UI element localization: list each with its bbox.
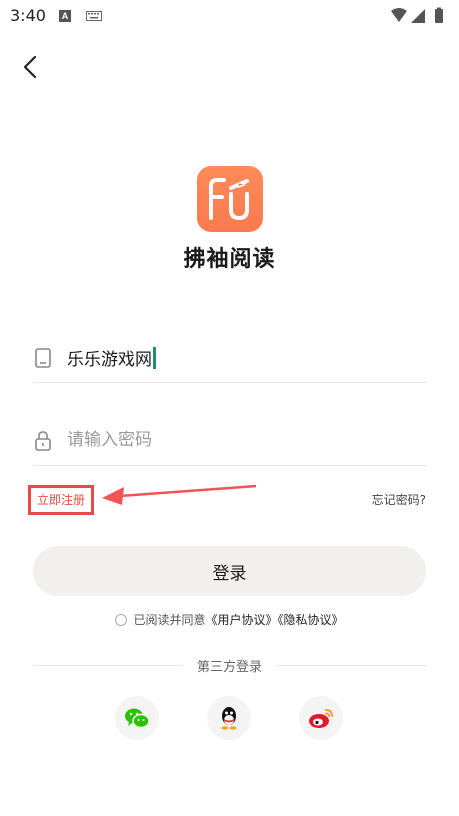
keyboard-icon [86,11,102,21]
weibo-icon [309,709,333,728]
lock-icon [35,431,51,451]
chevron-left-icon [23,55,37,79]
battery-icon [435,9,443,23]
wechat-icon [125,708,150,729]
username-value: 乐乐游戏网 [67,350,152,370]
status-icons [391,7,443,23]
qq-icon [221,707,237,730]
wechat-login-button[interactable] [115,696,159,740]
qq-login-button[interactable] [207,696,251,740]
app-logo [197,166,263,232]
forgot-password-link[interactable]: 忘记密码? [372,491,426,508]
divider-right [276,665,426,666]
accessibility-badge-icon: A [59,10,71,22]
username-field[interactable]: 乐乐游戏网 [33,333,426,383]
phone-icon [35,348,51,368]
signal-icon [411,9,425,23]
privacy-agreement-link[interactable]: 《隐私协议》 [278,613,344,627]
status-time: 3:40 [10,6,46,25]
app-name: 拂袖阅读 [183,247,276,272]
back-button[interactable] [16,52,46,82]
agree-checkbox[interactable] [115,614,128,626]
text-caret [153,347,156,369]
status-bar: 3:40 A [0,0,459,32]
agreement-prefix: 已阅读并同意 [133,613,206,627]
register-link[interactable]: 立即注册 [28,485,94,515]
login-button[interactable]: 登录 [33,546,426,596]
username-value-wrap: 乐乐游戏网 [67,345,156,370]
user-agreement-link[interactable]: 《用户协议》 [205,613,277,627]
password-field[interactable] [33,416,426,466]
wifi-icon [391,8,407,22]
agreement-row: 已阅读并同意《用户协议》《隐私协议》 [0,611,459,628]
fu-logo-icon [209,178,249,221]
password-input[interactable] [67,426,397,454]
annotation-arrow [102,484,257,505]
weibo-login-button[interactable] [299,696,343,740]
